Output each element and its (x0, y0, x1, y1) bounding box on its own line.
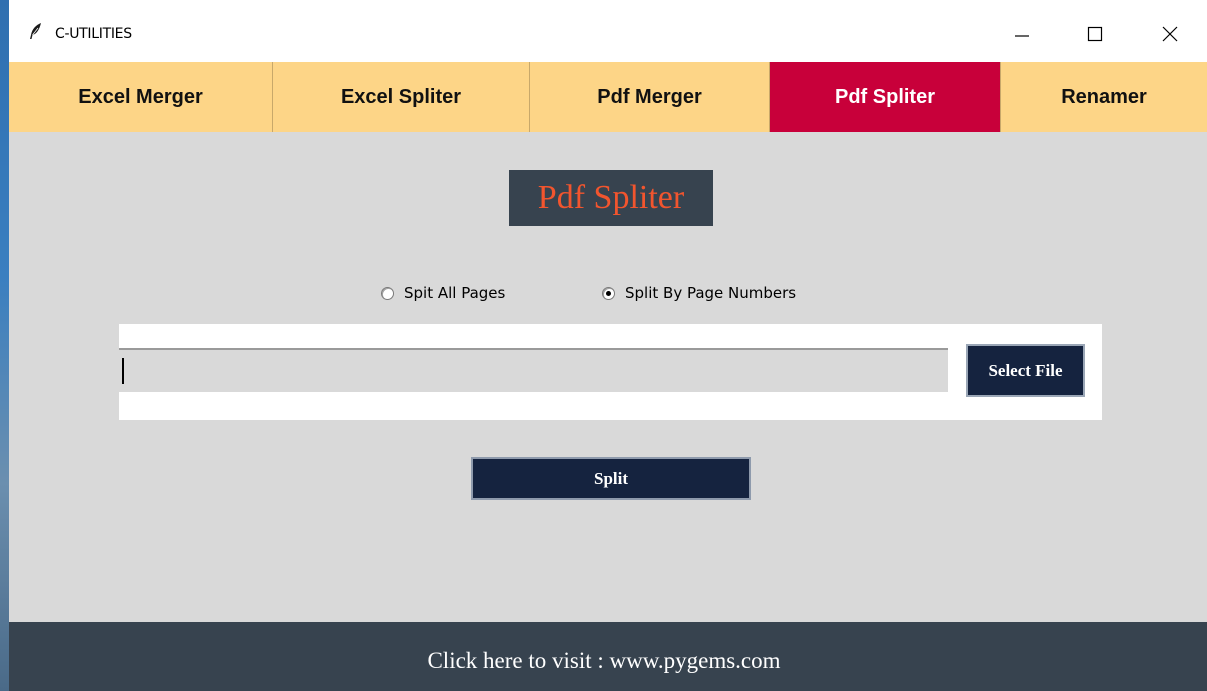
close-icon (1162, 26, 1178, 42)
title-bar: C-UTILITIES (9, 0, 1207, 62)
tab-pdf-merger[interactable]: Pdf Merger (530, 62, 770, 132)
tab-pdf-spliter[interactable]: Pdf Spliter (770, 62, 1001, 132)
radio-label: Spit All Pages (404, 284, 506, 302)
close-button[interactable] (1147, 14, 1193, 54)
radio-label: Split By Page Numbers (625, 284, 797, 302)
tab-bar: Excel Merger Excel Spliter Pdf Merger Pd… (9, 62, 1207, 132)
file-selection-panel: Select File (119, 324, 1102, 420)
main-panel: Pdf Spliter Spit All Pages Split By Page… (9, 132, 1207, 622)
maximize-icon (1087, 26, 1103, 42)
tab-excel-spliter[interactable]: Excel Spliter (273, 62, 530, 132)
minimize-icon (1015, 35, 1029, 37)
minimize-button[interactable] (999, 14, 1045, 54)
footer-link[interactable]: Click here to visit : www.pygems.com (9, 622, 1207, 691)
tab-excel-merger[interactable]: Excel Merger (9, 62, 273, 132)
feather-icon (28, 22, 44, 40)
window-edge (0, 0, 9, 691)
maximize-button[interactable] (1072, 14, 1118, 54)
split-button[interactable]: Split (471, 457, 751, 500)
radio-split-all-pages[interactable]: Spit All Pages (381, 284, 505, 302)
select-file-button[interactable]: Select File (966, 344, 1085, 397)
page-title: Pdf Spliter (509, 170, 713, 226)
tab-renamer[interactable]: Renamer (1001, 62, 1207, 132)
radio-button[interactable] (381, 286, 394, 300)
radio-button[interactable] (602, 286, 615, 300)
footer-link-text: Click here to visit : www.pygems.com (427, 647, 781, 673)
file-path-input[interactable] (119, 348, 948, 392)
window-title: C-UTILITIES (55, 26, 132, 42)
radio-split-by-page-numbers[interactable]: Split By Page Numbers (602, 284, 796, 302)
text-cursor (122, 358, 124, 384)
